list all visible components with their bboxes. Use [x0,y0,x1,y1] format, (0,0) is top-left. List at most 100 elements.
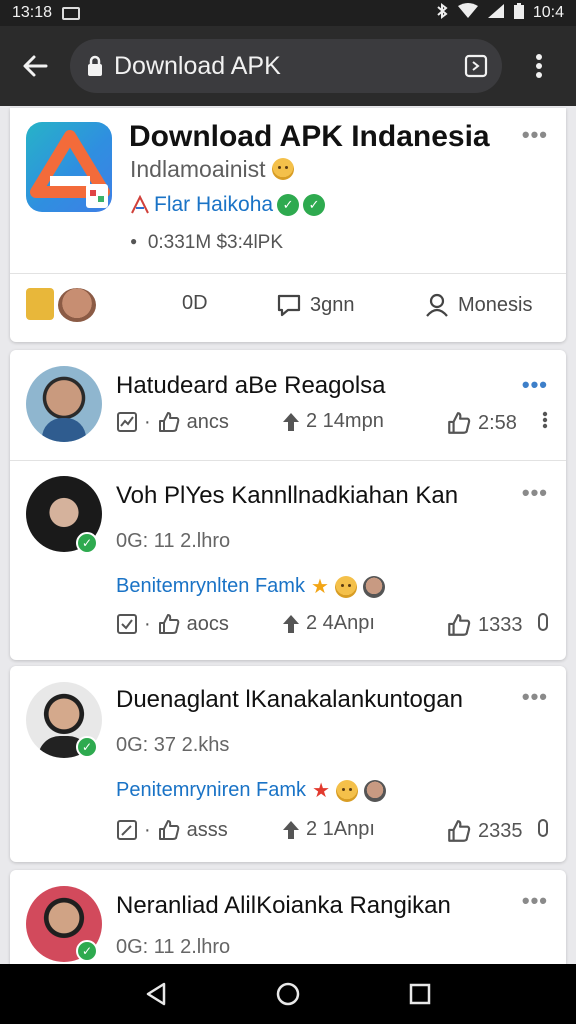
app-author-name: Flar Haikoha [154,193,274,216]
post-boost[interactable]: 2 14mpn [282,410,384,433]
bullet-icon: ● [130,234,138,248]
app-subtitle: Indlamoainist [130,156,294,183]
vertical-dots-icon [536,54,542,78]
post-likes[interactable]: 2335 [446,818,523,844]
reactor-avatar [364,779,386,802]
reactor-avatar [362,575,385,598]
smile-emoji-icon [334,575,357,598]
post-options-button[interactable] [538,612,548,632]
post-time: 0G: 37 2.khs [116,734,230,756]
boost-arrow-icon [283,820,299,839]
overflow-menu-button[interactable] [502,26,576,106]
nav-back-button[interactable] [136,974,176,1014]
post-views[interactable]: · asss [116,818,228,842]
like-icon [448,820,471,842]
like-icon [448,412,471,434]
app-logo-icon [30,130,110,208]
post-actions: · asss 2 1Anpı 2335 [116,818,548,848]
comment-label: 3gnn [310,293,355,316]
thumb-up-icon [158,820,179,840]
post-more-button[interactable]: ••• [522,372,548,398]
comment-button[interactable]: 3gnn [276,292,355,318]
vertical-dots-icon [542,411,548,429]
post-likes[interactable]: 2:58 [446,410,517,436]
post-link[interactable]: Benitemrynlten Famk ★ [116,574,385,599]
post-more-button[interactable]: ••• [522,684,548,710]
post-boost-label: 2 4Anpı [306,612,375,634]
smile-emoji-icon [336,779,358,802]
app-icon[interactable] [26,122,112,212]
bookmark-icon [538,613,548,631]
post-link-text: Penitemryniren Famk [116,779,307,801]
app-more-button[interactable]: ••• [522,122,548,148]
bookmark-icon [538,819,548,837]
post-views-label: ancs [186,410,229,433]
stats-icon [117,412,137,432]
status-bar: 13:18 10:4 [0,0,576,26]
verified-badge-icon: ✓ [76,532,98,554]
post-likes[interactable]: 1333 [446,612,523,638]
verified-badge-icon: ✓ [76,940,98,962]
checkbox-icon [117,614,137,634]
image-notification-icon [62,6,81,20]
post-views[interactable]: · ancs [116,410,229,434]
post-views-label: aocs [186,612,229,635]
post-views[interactable]: · aocs [116,612,229,636]
thumb-up-icon [158,614,179,634]
post-title: Hatudeard aBe Reagolsa [116,372,386,399]
count-label[interactable]: 0D [182,292,208,315]
author-logo-icon [131,195,149,214]
status-time: 13:18 [12,4,53,21]
star-icon: ★ [312,780,330,802]
tab-switcher-icon [464,54,488,78]
post-link[interactable]: Penitemryniren Famk ★ [116,778,386,803]
post-title: Neranliad AlilKoianka Rangikan [116,892,451,919]
post-likes-label: 2335 [478,819,523,842]
gift-reaction-icon [26,288,54,320]
smile-emoji-icon [271,158,294,180]
post-time: 0G: 11 2.lhro [116,936,231,958]
back-arrow-icon [23,55,48,77]
post-more-button[interactable]: ••• [522,888,548,914]
verified-icon: ✓ [277,194,300,216]
post-likes-label: 2:58 [478,411,517,434]
app-subtitle-text: Indlamoainist [130,156,266,182]
post-likes-label: 1333 [478,613,523,636]
avatar[interactable] [26,366,102,442]
tab-switcher-button[interactable] [464,54,488,78]
nav-recents-button[interactable] [400,974,440,1014]
lock-icon [86,55,104,77]
edit-icon [117,820,137,840]
post-title: Voh PlYes Kannllnadkiahan Kan [116,482,459,509]
post-link-text: Benitemrynlten Famk [116,575,305,597]
verified-badge-icon: ✓ [76,736,98,758]
app-author[interactable]: Flar Haikoha ✓ ✓ [130,193,326,217]
post-actions: · ancs 2 14mpn 2:58 [116,410,548,440]
wifi-icon [457,2,479,24]
like-icon [448,614,471,636]
post-options-button[interactable] [538,818,548,838]
verified-icon-secondary: ✓ [303,194,326,216]
post-boost[interactable]: 2 1Anpı [282,818,375,841]
count-text: 0D [182,292,208,314]
app-action-row: 0D 3gnn Monesis [10,274,566,342]
post-more-button[interactable]: ••• [522,480,548,506]
nav-home-button[interactable] [268,974,308,1014]
post-time: 0G: 11 2.lhro [116,530,231,552]
url-text: Download APK [114,51,281,80]
post-divider [10,460,566,461]
post-card[interactable]: ✓ Neranliad AlilKoianka Rangikan ••• 0G:… [10,870,566,970]
star-icon: ★ [310,576,329,598]
back-button[interactable] [0,26,70,106]
post-card[interactable]: ✓ Duenaglant lKanakalankuntogan ••• 0G: … [10,666,566,862]
browser-toolbar: Download APK [0,26,576,106]
post-options-button[interactable] [542,410,548,430]
url-bar[interactable]: Download APK [70,39,502,93]
thumb-up-icon [158,412,179,432]
reaction-avatar [58,288,96,322]
boost-arrow-icon [283,614,299,633]
comment-icon [277,294,301,317]
share-button[interactable]: Monesis [424,292,532,318]
post-boost[interactable]: 2 4Anpı [282,612,375,635]
posts-card: Hatudeard aBe Reagolsa ••• · ancs 2 14mp… [10,350,566,660]
